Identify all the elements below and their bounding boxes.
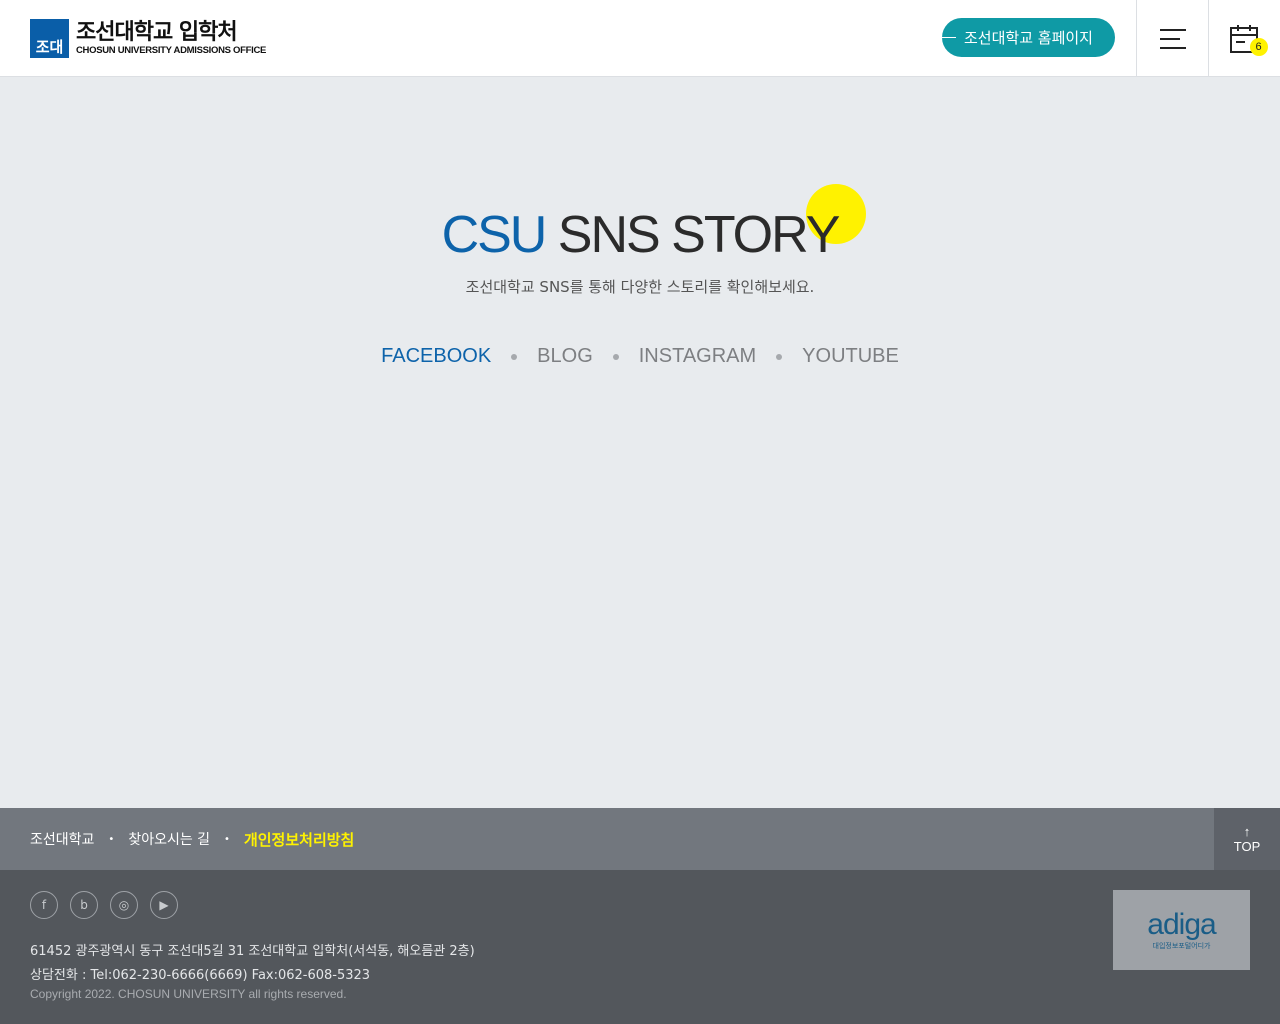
title-rest: SNS STORY (545, 206, 841, 264)
calendar-button[interactable]: 6 (1208, 0, 1280, 77)
homepage-button-label: 조선대학교 홈페이지 (964, 29, 1093, 47)
footer-copyright: Copyright 2022. CHOSUN UNIVERSITY all ri… (30, 987, 347, 1001)
logo-text: 조선대학교 입학처 CHOSUN UNIVERSITY ADMISSIONS O… (76, 20, 267, 57)
university-emblem-icon: 조대 (30, 19, 69, 58)
arrow-up-icon: ↑ (1243, 824, 1251, 839)
top-button-label: TOP (1233, 839, 1261, 854)
tab-separator (511, 353, 518, 360)
sns-story-title: CSU SNS STORY (0, 200, 1280, 270)
tab-blog[interactable]: BLOG (537, 345, 593, 368)
adiga-logo: adiga (1147, 907, 1216, 941)
instagram-icon[interactable]: ◎ (110, 891, 138, 919)
footer-link-separator: • (224, 833, 230, 845)
footer-links-bar: 조선대학교 • 찾아오시는 길 • 개인정보처리방침 (0, 808, 1214, 870)
calendar-count-badge: 6 (1249, 37, 1268, 56)
footer-link-university[interactable]: 조선대학교 (30, 829, 94, 849)
social-links: f b ◎ ▶ (30, 891, 190, 919)
calendar-icon: 6 (1229, 23, 1268, 56)
logo-name-en: CHOSUN UNIVERSITY ADMISSIONS OFFICE (76, 45, 267, 56)
tab-youtube[interactable]: YOUTUBE (802, 345, 899, 368)
footer-link-separator: • (108, 833, 115, 845)
footer-link-privacy-policy[interactable]: 개인정보처리방침 (244, 829, 354, 850)
tab-separator (776, 353, 783, 360)
adiga-portal-banner[interactable]: adiga 대입정보포털어디가 (1113, 890, 1250, 970)
emblem-mark: 조대 (35, 38, 64, 56)
blog-icon[interactable]: b (70, 891, 98, 919)
logo-name-kr: 조선대학교 입학처 (76, 20, 238, 45)
university-homepage-button[interactable]: 조선대학교 홈페이지 (942, 18, 1115, 57)
facebook-icon[interactable]: f (30, 891, 58, 919)
menu-button[interactable] (1136, 0, 1208, 77)
site-header: 조대 조선대학교 입학처 CHOSUN UNIVERSITY ADMISSION… (0, 0, 1280, 77)
footer-address: 61452 광주광역시 동구 조선대5길 31 조선대학교 입학처(서석동, 해… (30, 944, 475, 959)
hamburger-icon (1159, 28, 1186, 49)
footer-contact: 상담전화 : Tel:062-230-6666(6669) Fax:062-60… (30, 968, 371, 983)
scroll-top-button[interactable]: ↑ TOP (1214, 808, 1280, 870)
footer-link-directions[interactable]: 찾아오시는 길 (128, 829, 210, 849)
sns-story-subtitle: 조선대학교 SNS를 통해 다양한 스토리를 확인해보세요. (465, 278, 815, 296)
sns-tab-list: FACEBOOK BLOG INSTAGRAM YOUTUBE (0, 345, 1280, 368)
adiga-subtitle: 대입정보포털어디가 (1152, 941, 1211, 950)
tab-separator (612, 353, 619, 360)
site-logo[interactable]: 조대 조선대학교 입학처 CHOSUN UNIVERSITY ADMISSION… (30, 19, 266, 58)
tab-instagram[interactable]: INSTAGRAM (639, 345, 756, 368)
tab-facebook[interactable]: FACEBOOK (381, 345, 491, 368)
button-dash-decoration (942, 37, 956, 38)
title-accent: CSU (441, 206, 548, 264)
youtube-icon[interactable]: ▶ (150, 891, 178, 919)
